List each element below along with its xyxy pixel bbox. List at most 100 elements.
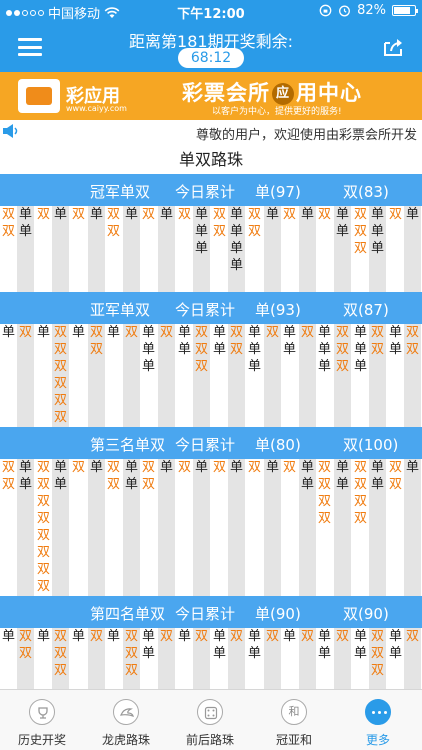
shuang-mark: 双	[265, 629, 279, 644]
dan-mark: 单	[300, 477, 314, 492]
dan-mark: 单	[53, 460, 67, 475]
road-column: 双双	[228, 324, 245, 427]
shuang-mark: 双	[282, 207, 296, 222]
section-dan-count: 单(80)	[255, 436, 301, 454]
road-column: 双	[334, 628, 351, 689]
road-column: 单单	[211, 324, 228, 427]
shuang-mark: 双	[124, 325, 138, 340]
tab-champion-sum[interactable]: 和 冠亚和	[252, 690, 336, 750]
shuang-mark: 双	[370, 342, 384, 357]
dan-mark: 单	[265, 207, 279, 222]
shuang-mark: 双	[36, 494, 50, 509]
dan-mark: 单	[388, 325, 402, 340]
road-column: 单单	[281, 324, 298, 427]
share-icon[interactable]	[382, 37, 404, 57]
dan-mark: 单	[300, 460, 314, 475]
shuang-mark: 双	[317, 494, 331, 509]
tab-dragon-tiger[interactable]: 龙虎路珠	[84, 690, 168, 750]
dan-mark: 单	[335, 224, 349, 239]
shuang-mark: 双	[405, 325, 419, 340]
shuang-mark: 双	[71, 207, 85, 222]
section-name: 亚军单双	[90, 301, 151, 319]
dan-mark: 单	[212, 646, 226, 661]
road-column: 双双双	[52, 628, 69, 689]
dan-mark: 单	[18, 477, 32, 492]
dan-mark: 单	[212, 325, 226, 340]
shuang-mark: 双	[353, 207, 367, 222]
he-icon: 和	[281, 699, 307, 725]
countdown-badge: 68:12	[178, 48, 244, 68]
road-column: 双双双	[193, 324, 210, 427]
shuang-mark: 双	[106, 207, 120, 222]
road-column: 双	[211, 459, 228, 596]
dan-mark: 单	[388, 646, 402, 661]
road-column: 双	[228, 628, 245, 689]
dice-icon	[197, 699, 223, 725]
shuang-mark: 双	[53, 325, 67, 340]
shuang-mark: 双	[89, 629, 103, 644]
section-header: 亚军单双 今日累计 单(93) 双(87)	[0, 292, 422, 324]
road-column: 双	[123, 324, 140, 427]
road-column: 单单单	[316, 324, 333, 427]
road-column: 单	[176, 628, 193, 689]
shuang-mark: 双	[212, 207, 226, 222]
shuang-mark: 双	[247, 460, 261, 475]
road-column: 双	[17, 324, 34, 427]
nav-bar: 距离第181期开奖剩余: 68:12	[0, 22, 422, 72]
shuang-mark: 双	[194, 629, 208, 644]
tab-more[interactable]: 更多	[336, 690, 420, 750]
shuang-mark: 双	[177, 460, 191, 475]
road-column: 单	[105, 324, 122, 427]
road-column: 双	[140, 206, 157, 292]
banner-badge: 应	[272, 83, 294, 105]
dan-mark: 单	[194, 241, 208, 256]
section-today-label: 今日累计	[175, 436, 236, 454]
shuang-mark: 双	[18, 629, 32, 644]
tab-label: 龙虎路珠	[101, 733, 150, 747]
banner-headline-right: 用中心	[296, 81, 362, 105]
road-column: 双	[404, 628, 421, 689]
dan-mark: 单	[36, 325, 50, 340]
road-column: 双双	[211, 206, 228, 292]
shuang-mark: 双	[353, 477, 367, 492]
shuang-mark: 双	[1, 224, 15, 239]
dan-mark: 单	[247, 325, 261, 340]
trophy-icon	[29, 699, 55, 725]
shuang-mark: 双	[229, 325, 243, 340]
shuang-mark: 双	[212, 460, 226, 475]
tab-history[interactable]: 历史开奖	[0, 690, 84, 750]
road-column: 双	[70, 206, 87, 292]
shuang-mark: 双	[124, 646, 138, 661]
section-header: 第三名单双 今日累计 单(80) 双(100)	[0, 427, 422, 459]
road-section: 第三名单双 今日累计 单(80) 双(100) 双双单单双双双双双双双双单单双单双双单单…	[0, 427, 422, 596]
ad-banner[interactable]: 彩应用 www.caiyy.com 彩票会所应用中心 以客户为中心，提供更好的服…	[0, 72, 422, 120]
road-column: 单单单单	[228, 206, 245, 292]
section-dan-count: 单(90)	[255, 605, 301, 623]
dan-mark: 单	[1, 325, 15, 340]
tab-front-back[interactable]: 前后路珠	[168, 690, 252, 750]
section-shuang-count: 双(90)	[343, 605, 389, 623]
road-column: 单单	[369, 459, 386, 596]
shuang-mark: 双	[405, 629, 419, 644]
shuang-mark: 双	[247, 224, 261, 239]
speaker-icon	[3, 124, 18, 138]
shuang-mark: 双	[18, 646, 32, 661]
dan-mark: 单	[89, 207, 103, 222]
he-icon-text: 和	[288, 705, 300, 718]
brand-logo	[18, 79, 60, 113]
road-column: 单单	[140, 628, 157, 689]
section-shuang-count: 双(83)	[343, 183, 389, 201]
dan-mark: 单	[177, 342, 191, 357]
road-column: 单单	[17, 206, 34, 292]
shuang-mark: 双	[159, 629, 173, 644]
road-column: 双双	[140, 459, 157, 596]
road-column: 双双双双	[352, 459, 369, 596]
shuang-mark: 双	[159, 325, 173, 340]
dan-mark: 单	[229, 241, 243, 256]
section-name: 第三名单双	[90, 436, 166, 454]
shuang-mark: 双	[282, 460, 296, 475]
road-column: 单单	[299, 459, 316, 596]
shuang-mark: 双	[370, 325, 384, 340]
shuang-mark: 双	[36, 460, 50, 475]
road-column: 单	[70, 324, 87, 427]
